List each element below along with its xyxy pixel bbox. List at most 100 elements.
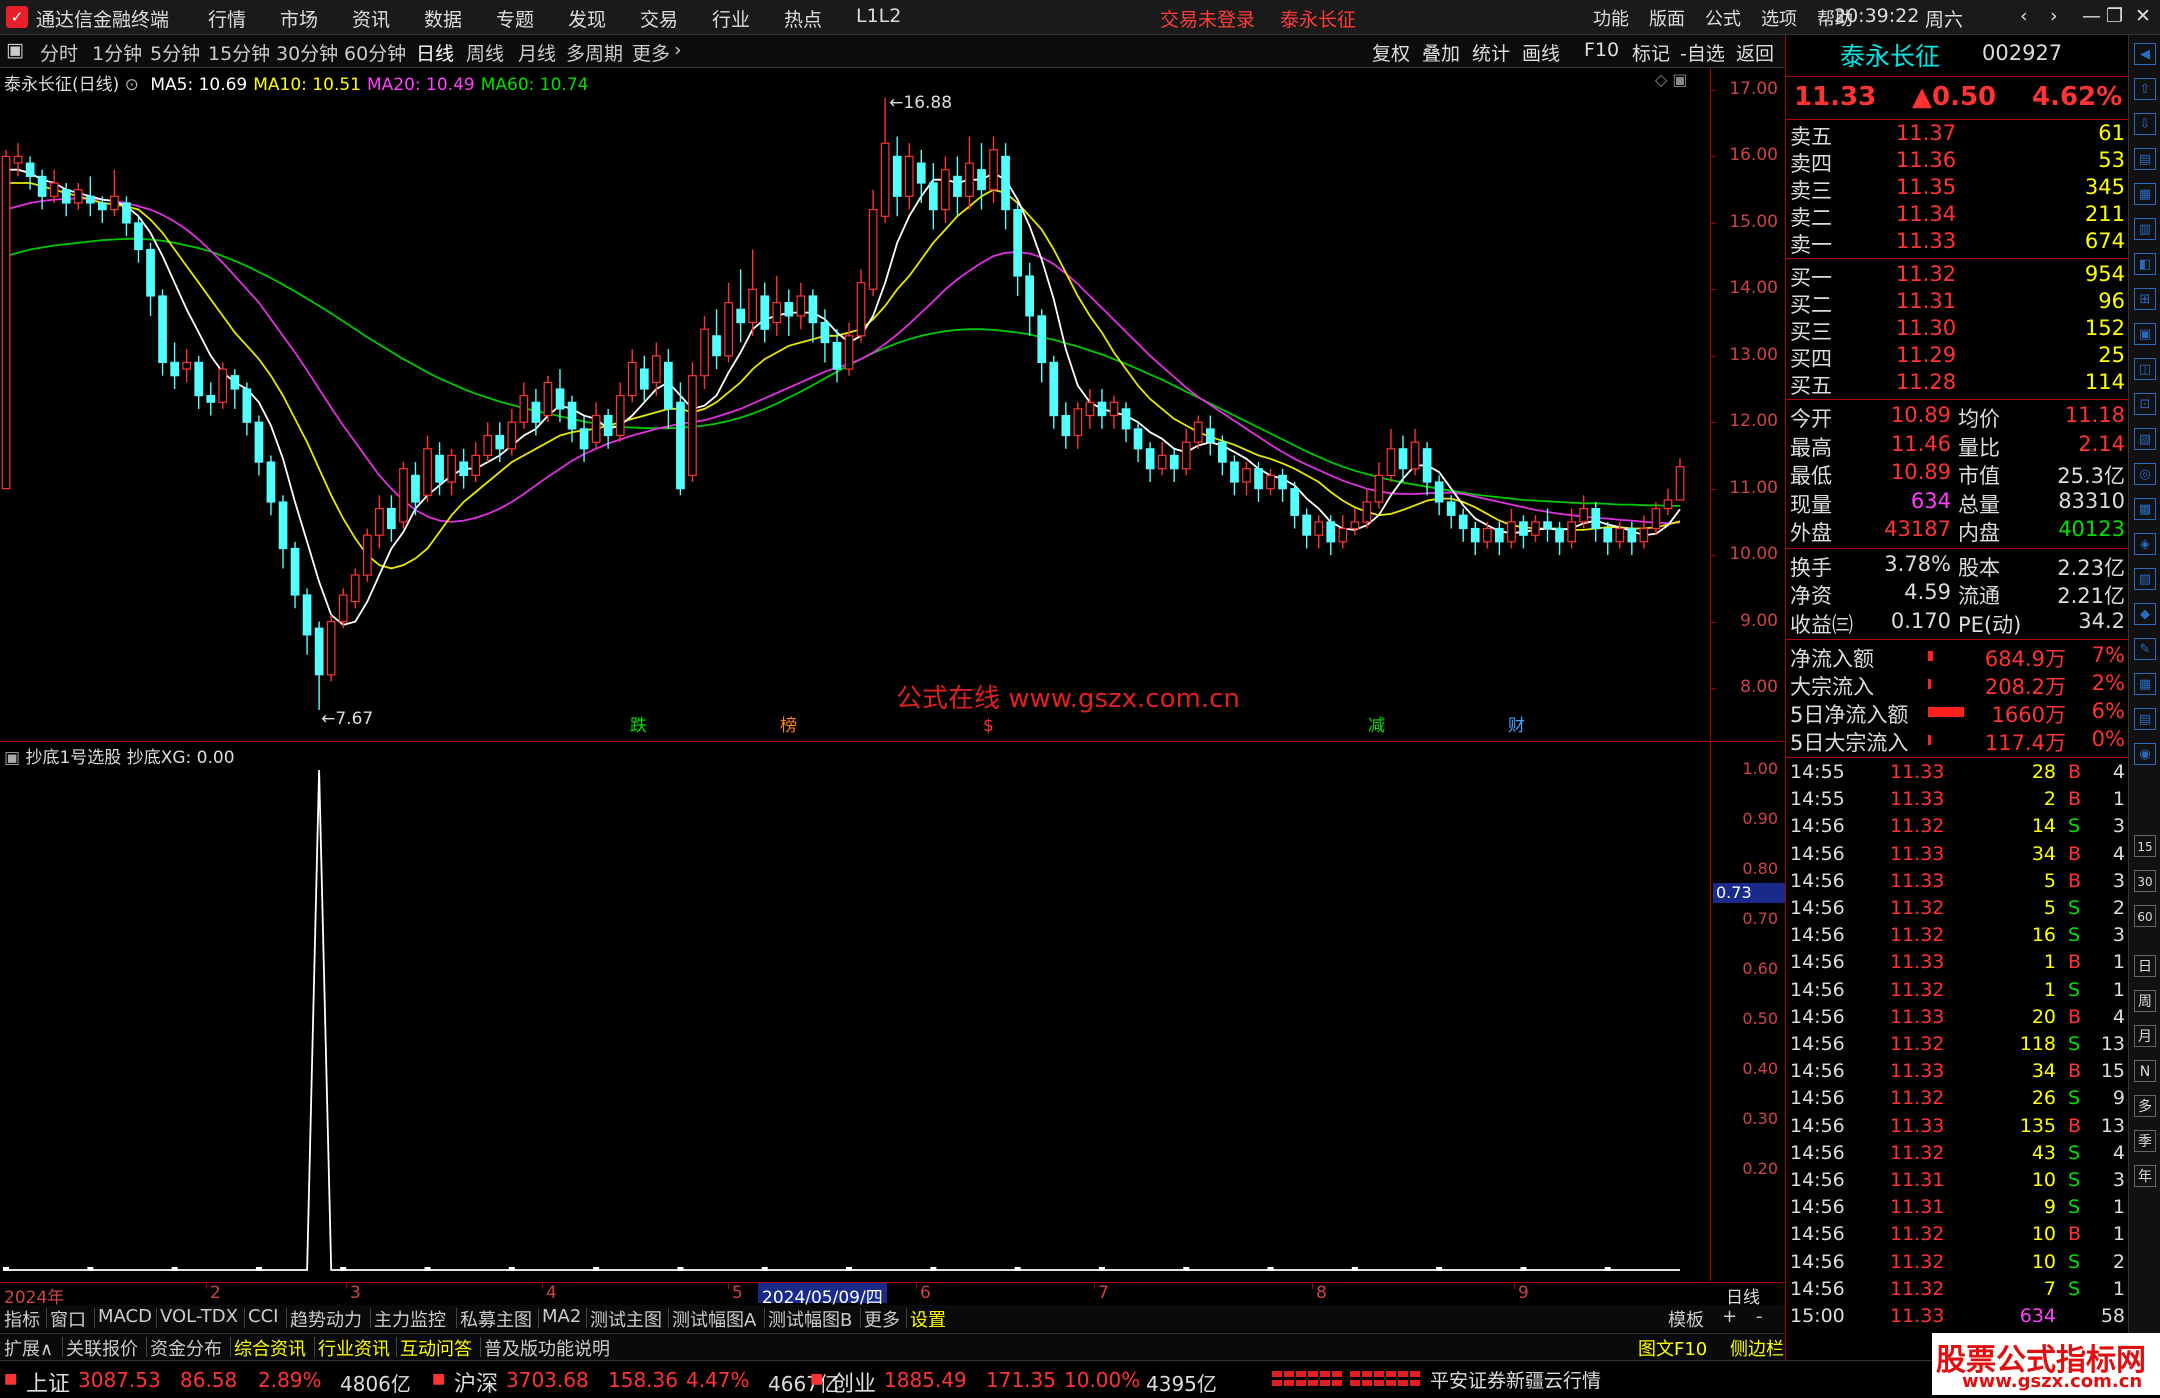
right-menu-1[interactable]: 版面	[1649, 5, 1685, 31]
extension-tab-5[interactable]: 互动问答	[400, 1335, 472, 1361]
period-tab-4[interactable]: 30分钟	[276, 39, 338, 66]
indicator-tab-4[interactable]: CCI	[248, 1306, 278, 1327]
layout-icon[interactable]: ▦	[2134, 673, 2156, 695]
indicator-chart[interactable]: ▣ 抄底1号选股 抄底XG: 0.00	[0, 741, 1710, 1281]
side-period-0[interactable]: 日	[2134, 955, 2156, 977]
close-icon[interactable]: ✕	[2135, 5, 2151, 27]
collapse-icon[interactable]: ◀	[2134, 43, 2156, 65]
kline-svg[interactable]: ←16.88 ←7.67 跌 榜 $ 减 财	[0, 68, 1710, 741]
toolbar-right-2[interactable]: 统计	[1472, 39, 1510, 66]
indicator-tab-6[interactable]: 主力监控	[374, 1306, 446, 1332]
list-icon[interactable]: ▤	[2134, 148, 2156, 170]
ask-price[interactable]: 11.33	[1896, 229, 1956, 253]
ask-price[interactable]: 11.34	[1896, 202, 1956, 226]
kline-chart[interactable]: ←16.88 ←7.67 跌榜 $ 减财 泰永长征(日线) ⊙ MA5: 10.69 MA…	[0, 68, 1710, 741]
trade-login-status[interactable]: 交易未登录	[1160, 5, 1255, 32]
table-icon[interactable]: ▥	[2134, 218, 2156, 240]
grid-icon[interactable]: ▦	[2134, 183, 2156, 205]
down-arrow-icon[interactable]: ⇩	[2134, 113, 2156, 135]
side-period-3[interactable]: N	[2134, 1060, 2156, 1082]
ask-price[interactable]: 11.37	[1896, 121, 1956, 145]
right-menu-3[interactable]: 选项	[1761, 5, 1797, 31]
bid-price[interactable]: 11.30	[1896, 316, 1956, 340]
toolbar-right-1[interactable]: 叠加	[1422, 39, 1460, 66]
side-period-2[interactable]: 月	[2134, 1025, 2156, 1047]
indicator-tab-5[interactable]: 趋势动力	[290, 1306, 362, 1332]
menu-7[interactable]: 行业	[712, 5, 750, 32]
target-icon[interactable]: ◎	[2134, 463, 2156, 485]
menu-8[interactable]: 热点	[784, 5, 822, 32]
event-marker-0[interactable]: 跌	[630, 716, 647, 736]
indicator-tab-2[interactable]: MACD	[98, 1306, 152, 1327]
indicator-tab-3[interactable]: VOL-TDX	[160, 1306, 238, 1327]
circle-icon[interactable]: ◉	[2134, 743, 2156, 765]
more-chevron-icon[interactable]: ›	[674, 39, 682, 61]
event-marker-1[interactable]: 榜	[780, 716, 797, 736]
side-period-4[interactable]: 多	[2134, 1095, 2156, 1117]
add-panel-icon[interactable]: ⊞	[2134, 288, 2156, 310]
indicator-tab-10[interactable]: 测试幅图A	[672, 1306, 756, 1332]
indicator-name[interactable]: 抄底1号选股	[25, 748, 121, 768]
forward-arrow-icon[interactable]: ›	[2050, 5, 2058, 27]
indicator-tab-7[interactable]: 私募主图	[460, 1306, 532, 1332]
menu-0[interactable]: 行情	[208, 5, 246, 32]
period-15-icon[interactable]: 15	[2134, 835, 2156, 857]
extension-tab-3[interactable]: 综合资讯	[234, 1335, 306, 1361]
indicator-tab-12[interactable]: 更多	[864, 1306, 900, 1332]
rows-icon[interactable]: ▤	[2134, 708, 2156, 730]
indicator-tab-9[interactable]: 测试主图	[590, 1306, 662, 1332]
indicator-tab-13[interactable]: 设置	[910, 1306, 946, 1332]
pencil-icon[interactable]: ✎	[2134, 638, 2156, 660]
indicator-tab-11[interactable]: 测试幅图B	[768, 1306, 852, 1332]
toolbar-right-6[interactable]: -自选	[1680, 39, 1725, 66]
event-marker-2[interactable]: $	[983, 716, 994, 736]
toolbar-right-5[interactable]: 标记	[1632, 39, 1670, 66]
menu-1[interactable]: 市场	[280, 5, 318, 32]
bid-price[interactable]: 11.31	[1896, 289, 1956, 313]
period-60-icon[interactable]: 60	[2134, 905, 2156, 927]
side-tab-0[interactable]: 图文F10	[1638, 1335, 1707, 1361]
side-period-5[interactable]: 季	[2134, 1130, 2156, 1152]
extension-tab-6[interactable]: 普及版功能说明	[484, 1335, 610, 1361]
hatch-icon[interactable]: ▧	[2134, 428, 2156, 450]
period-30-icon[interactable]: 30	[2134, 870, 2156, 892]
chart-corner-icons[interactable]: ◇ ▣	[1655, 70, 1688, 89]
toolbar-right-4[interactable]: F10	[1584, 39, 1619, 61]
right-menu-2[interactable]: 公式	[1705, 5, 1741, 31]
period-tab-3[interactable]: 15分钟	[208, 39, 270, 66]
extension-tab-2[interactable]: 资金分布	[150, 1335, 222, 1361]
panel-icon[interactable]: ▣	[2134, 323, 2156, 345]
period-tab-7[interactable]: 周线	[466, 39, 504, 66]
window-icon[interactable]: ◫	[2134, 358, 2156, 380]
menu-6[interactable]: 交易	[640, 5, 678, 32]
toolbar-right-0[interactable]: 复权	[1372, 39, 1410, 66]
split-icon[interactable]: ◧	[2134, 253, 2156, 275]
marker-icon[interactable]: ◆	[2134, 603, 2156, 625]
template-tab-2[interactable]: -	[1756, 1306, 1763, 1327]
menu-9[interactable]: L1L2	[856, 5, 901, 27]
menu-5[interactable]: 发现	[568, 5, 606, 32]
event-marker-3[interactable]: 减	[1368, 716, 1385, 736]
period-tab-9[interactable]: 多周期	[566, 39, 623, 66]
extension-tab-1[interactable]: 关联报价	[66, 1335, 138, 1361]
template-tab-0[interactable]: 模板	[1668, 1306, 1704, 1332]
period-tab-0[interactable]: 分时	[40, 39, 78, 66]
chart-icon[interactable]: ▨	[2134, 568, 2156, 590]
extension-tab-0[interactable]: 扩展∧	[4, 1335, 53, 1361]
index-name[interactable]: 创业	[832, 1366, 876, 1398]
toolbar-right-7[interactable]: 返回	[1736, 39, 1774, 66]
indicator-svg[interactable]	[0, 741, 1710, 1281]
period-tab-10[interactable]: 更多	[632, 39, 670, 66]
up-arrow-icon[interactable]: ⇧	[2134, 78, 2156, 100]
bid-price[interactable]: 11.32	[1896, 262, 1956, 286]
index-name[interactable]: 上证	[26, 1366, 70, 1398]
period-tab-8[interactable]: 月线	[518, 39, 556, 66]
box-icon[interactable]: ⊡	[2134, 393, 2156, 415]
menu-4[interactable]: 专题	[496, 5, 534, 32]
event-marker-4[interactable]: 财	[1508, 716, 1525, 736]
ask-price[interactable]: 11.35	[1896, 175, 1956, 199]
bid-price[interactable]: 11.28	[1896, 370, 1956, 394]
menu-3[interactable]: 数据	[424, 5, 462, 32]
toolbar-right-3[interactable]: 画线	[1522, 39, 1560, 66]
matrix-icon[interactable]: ▩	[2134, 498, 2156, 520]
